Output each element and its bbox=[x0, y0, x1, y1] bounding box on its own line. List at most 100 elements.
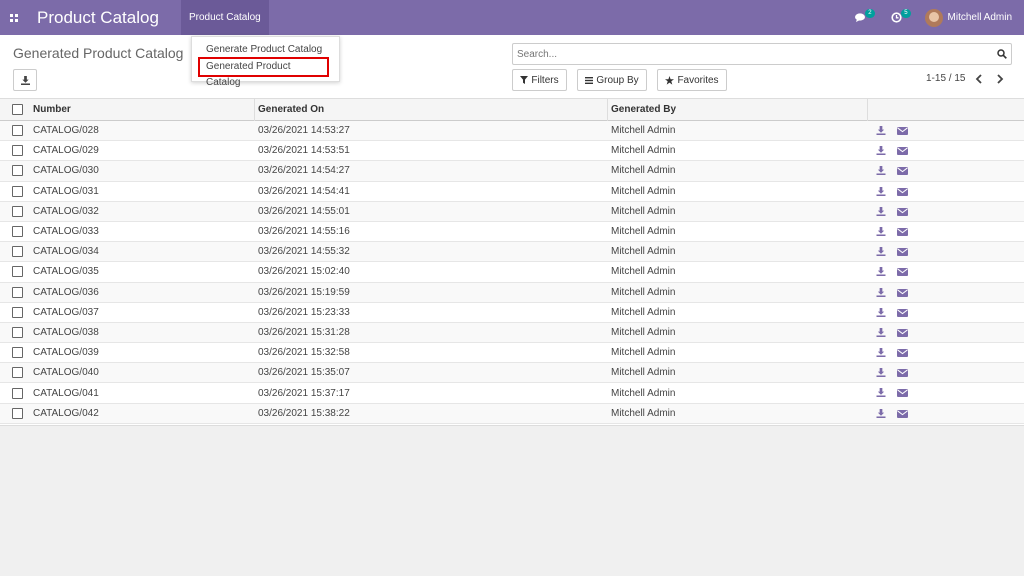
download-icon[interactable] bbox=[876, 186, 886, 196]
apps-grid-icon bbox=[10, 13, 18, 22]
pager-previous-button[interactable] bbox=[975, 72, 983, 87]
table-row[interactable]: CATALOG/040 03/26/2021 15:35:07 Mitchell A… bbox=[0, 363, 1024, 384]
table-row[interactable]: CATALOG/030 03/26/2021 14:54:27 Mitchell A… bbox=[0, 161, 1024, 182]
envelope-icon[interactable] bbox=[897, 248, 908, 257]
search-icon[interactable] bbox=[997, 49, 1007, 59]
download-icon[interactable] bbox=[876, 287, 886, 297]
menu-item-generate-catalog[interactable]: Generate Product Catalog bbox=[192, 44, 339, 55]
table-row[interactable]: CATALOG/033 03/26/2021 14:55:16 Mitchell A… bbox=[0, 222, 1024, 243]
row-checkbox[interactable] bbox=[12, 205, 23, 217]
column-divider bbox=[607, 99, 608, 121]
table-row[interactable]: CATALOG/036 03/26/2021 15:19:59 Mitchell A… bbox=[0, 282, 1024, 303]
row-checkbox[interactable] bbox=[12, 145, 23, 157]
row-generated-by: Mitchell Admin bbox=[611, 266, 676, 278]
chevron-right-icon bbox=[997, 74, 1004, 84]
menu-item-generated-catalog[interactable]: Generated Product Catalog bbox=[198, 57, 329, 88]
download-icon[interactable] bbox=[876, 166, 886, 176]
download-icon[interactable] bbox=[876, 267, 886, 277]
envelope-icon[interactable] bbox=[897, 349, 908, 358]
download-icon[interactable] bbox=[876, 226, 886, 236]
envelope-icon[interactable] bbox=[897, 207, 908, 216]
row-checkbox[interactable] bbox=[12, 246, 23, 258]
search-input[interactable] bbox=[513, 44, 983, 64]
table-body: CATALOG/028 03/26/2021 14:53:27 Mitchell A… bbox=[0, 121, 1024, 424]
row-generated-by: Mitchell Admin bbox=[611, 185, 676, 197]
table-row[interactable]: CATALOG/032 03/26/2021 14:55:01 Mitchell A… bbox=[0, 201, 1024, 222]
row-checkbox[interactable] bbox=[12, 226, 23, 238]
row-checkbox[interactable] bbox=[12, 286, 23, 298]
envelope-icon[interactable] bbox=[897, 328, 908, 337]
row-number: CATALOG/039 bbox=[33, 347, 99, 359]
envelope-icon[interactable] bbox=[897, 227, 908, 236]
filter-icon bbox=[520, 76, 529, 84]
row-generated-by: Mitchell Admin bbox=[611, 407, 676, 419]
favorites-button[interactable]: Favorites bbox=[657, 69, 727, 91]
row-checkbox[interactable] bbox=[12, 367, 23, 379]
activities-button[interactable]: 5 bbox=[889, 8, 911, 25]
download-icon[interactable] bbox=[876, 126, 886, 135]
envelope-icon[interactable] bbox=[897, 127, 908, 135]
table-row[interactable]: CATALOG/042 03/26/2021 15:38:22 Mitchell A… bbox=[0, 403, 1024, 424]
row-checkbox[interactable] bbox=[12, 306, 23, 318]
envelope-icon[interactable] bbox=[897, 167, 908, 176]
envelope-icon[interactable] bbox=[897, 389, 908, 398]
download-icon[interactable] bbox=[876, 348, 886, 358]
row-checkbox[interactable] bbox=[12, 125, 23, 137]
row-generated-by: Mitchell Admin bbox=[611, 387, 676, 399]
row-checkbox[interactable] bbox=[12, 407, 23, 419]
select-all-checkbox[interactable] bbox=[12, 104, 23, 115]
table-row[interactable]: CATALOG/038 03/26/2021 15:31:28 Mitchell A… bbox=[0, 322, 1024, 344]
download-icon[interactable] bbox=[876, 408, 886, 418]
filters-button[interactable]: Filters bbox=[512, 69, 567, 91]
row-checkbox[interactable] bbox=[12, 347, 23, 359]
row-generated-by: Mitchell Admin bbox=[611, 347, 676, 359]
control-panel: Generated Product Catalog Filters Group … bbox=[0, 35, 1024, 99]
row-number: CATALOG/041 bbox=[33, 387, 99, 399]
messages-button[interactable]: 2 bbox=[853, 8, 875, 25]
export-download-button[interactable] bbox=[13, 69, 37, 91]
user-avatar[interactable] bbox=[924, 8, 943, 27]
download-icon bbox=[20, 75, 30, 85]
table-row[interactable]: CATALOG/031 03/26/2021 14:54:41 Mitchell A… bbox=[0, 182, 1024, 202]
envelope-icon[interactable] bbox=[897, 308, 908, 317]
table-row[interactable]: CATALOG/034 03/26/2021 14:55:32 Mitchell A… bbox=[0, 242, 1024, 263]
apps-menu-button[interactable] bbox=[0, 0, 28, 35]
row-checkbox[interactable] bbox=[12, 326, 23, 338]
table-row[interactable]: CATALOG/029 03/26/2021 14:53:51 Mitchell A… bbox=[0, 141, 1024, 162]
table-row[interactable]: CATALOG/041 03/26/2021 15:37:17 Mitchell A… bbox=[0, 383, 1024, 404]
row-checkbox[interactable] bbox=[12, 387, 23, 399]
download-icon[interactable] bbox=[876, 206, 886, 216]
download-icon[interactable] bbox=[876, 146, 886, 156]
download-icon[interactable] bbox=[876, 368, 886, 378]
row-checkbox[interactable] bbox=[12, 266, 23, 278]
row-generated-on: 03/26/2021 14:53:51 bbox=[258, 145, 350, 157]
column-header-generated-by[interactable]: Generated By bbox=[611, 104, 676, 115]
table-row[interactable]: CATALOG/037 03/26/2021 15:23:33 Mitchell A… bbox=[0, 303, 1024, 323]
download-icon[interactable] bbox=[876, 307, 886, 317]
download-icon[interactable] bbox=[876, 327, 886, 337]
row-number: CATALOG/029 bbox=[33, 145, 99, 157]
row-checkbox[interactable] bbox=[12, 165, 23, 177]
envelope-icon[interactable] bbox=[897, 187, 908, 196]
envelope-icon[interactable] bbox=[897, 268, 908, 277]
table-row[interactable]: CATALOG/028 03/26/2021 14:53:27 Mitchell A… bbox=[0, 121, 1024, 142]
column-header-generated-on[interactable]: Generated On bbox=[258, 104, 324, 115]
row-generated-by: Mitchell Admin bbox=[611, 367, 676, 379]
group-by-button[interactable]: Group By bbox=[577, 69, 647, 91]
menu-product-catalog[interactable]: Product Catalog bbox=[181, 0, 269, 35]
pager-value[interactable]: 1-15 / 15 bbox=[926, 73, 965, 84]
row-checkbox[interactable] bbox=[12, 185, 23, 197]
download-icon[interactable] bbox=[876, 388, 886, 398]
table-row[interactable]: CATALOG/035 03/26/2021 15:02:40 Mitchell A… bbox=[0, 262, 1024, 283]
row-generated-by: Mitchell Admin bbox=[611, 205, 676, 217]
envelope-icon[interactable] bbox=[897, 288, 908, 297]
user-name[interactable]: Mitchell Admin bbox=[948, 12, 1012, 23]
table-row[interactable]: CATALOG/039 03/26/2021 15:32:58 Mitchell A… bbox=[0, 343, 1024, 364]
envelope-icon[interactable] bbox=[897, 147, 908, 156]
envelope-icon[interactable] bbox=[897, 369, 908, 378]
pager-next-button[interactable] bbox=[996, 72, 1004, 87]
row-generated-by: Mitchell Admin bbox=[611, 125, 676, 137]
envelope-icon[interactable] bbox=[897, 409, 908, 418]
column-header-number[interactable]: Number bbox=[33, 104, 71, 115]
download-icon[interactable] bbox=[876, 247, 886, 257]
